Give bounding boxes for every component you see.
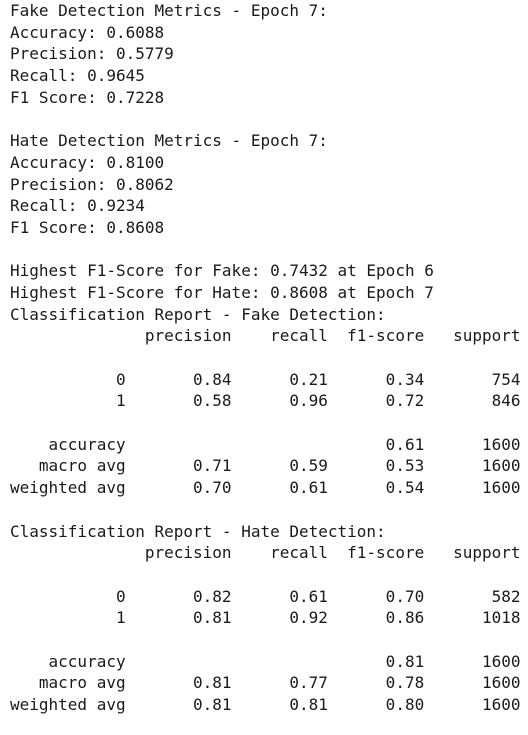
output-line: Highest F1-Score for Hate: 0.8608 at Epo…	[10, 282, 434, 302]
output-line: weighted avg 0.81 0.81 0.80 1600	[10, 695, 521, 714]
output-line: Accuracy: 0.8100	[10, 152, 165, 172]
output-line: Recall: 0.9645	[10, 66, 145, 86]
output-line: 1 0.58 0.96 0.72 846	[10, 391, 521, 411]
console-output: Fake Detection Metrics - Epoch 7: Accurac…	[0, 0, 528, 716]
output-line: Classification Report - Hate Detection:	[10, 521, 386, 541]
output-line: precision recall f1-score support	[10, 326, 521, 346]
output-line: Fake Detection Metrics - Epoch 7:	[10, 1, 328, 20]
output-line: weighted avg 0.70 0.61 0.54 1600	[10, 478, 521, 498]
output-line: Accuracy: 0.6088	[10, 22, 165, 42]
output-line: Hate Detection Metrics - Epoch 7:	[10, 131, 328, 151]
output-line: accuracy 0.61 1600	[10, 434, 521, 454]
output-line: macro avg 0.71 0.59 0.53 1600	[10, 456, 521, 476]
output-line: Precision: 0.8062	[10, 174, 174, 194]
output-line: 0 0.84 0.21 0.34 754	[10, 369, 521, 389]
output-line: precision recall f1-score support	[10, 543, 521, 563]
output-line: Precision: 0.5779	[10, 44, 174, 64]
output-line: accuracy 0.81 1600	[10, 651, 521, 671]
output-line: Highest F1-Score for Fake: 0.7432 at Epo…	[10, 261, 434, 281]
output-line: 0 0.82 0.61 0.70 582	[10, 586, 521, 606]
output-line: 1 0.81 0.92 0.86 1018	[10, 608, 521, 628]
output-line: Classification Report - Fake Detection:	[10, 304, 386, 324]
output-line: Recall: 0.9234	[10, 196, 145, 216]
output-line: macro avg 0.81 0.77 0.78 1600	[10, 673, 521, 693]
output-line: F1 Score: 0.7228	[10, 87, 165, 107]
output-line: F1 Score: 0.8608	[10, 217, 165, 237]
